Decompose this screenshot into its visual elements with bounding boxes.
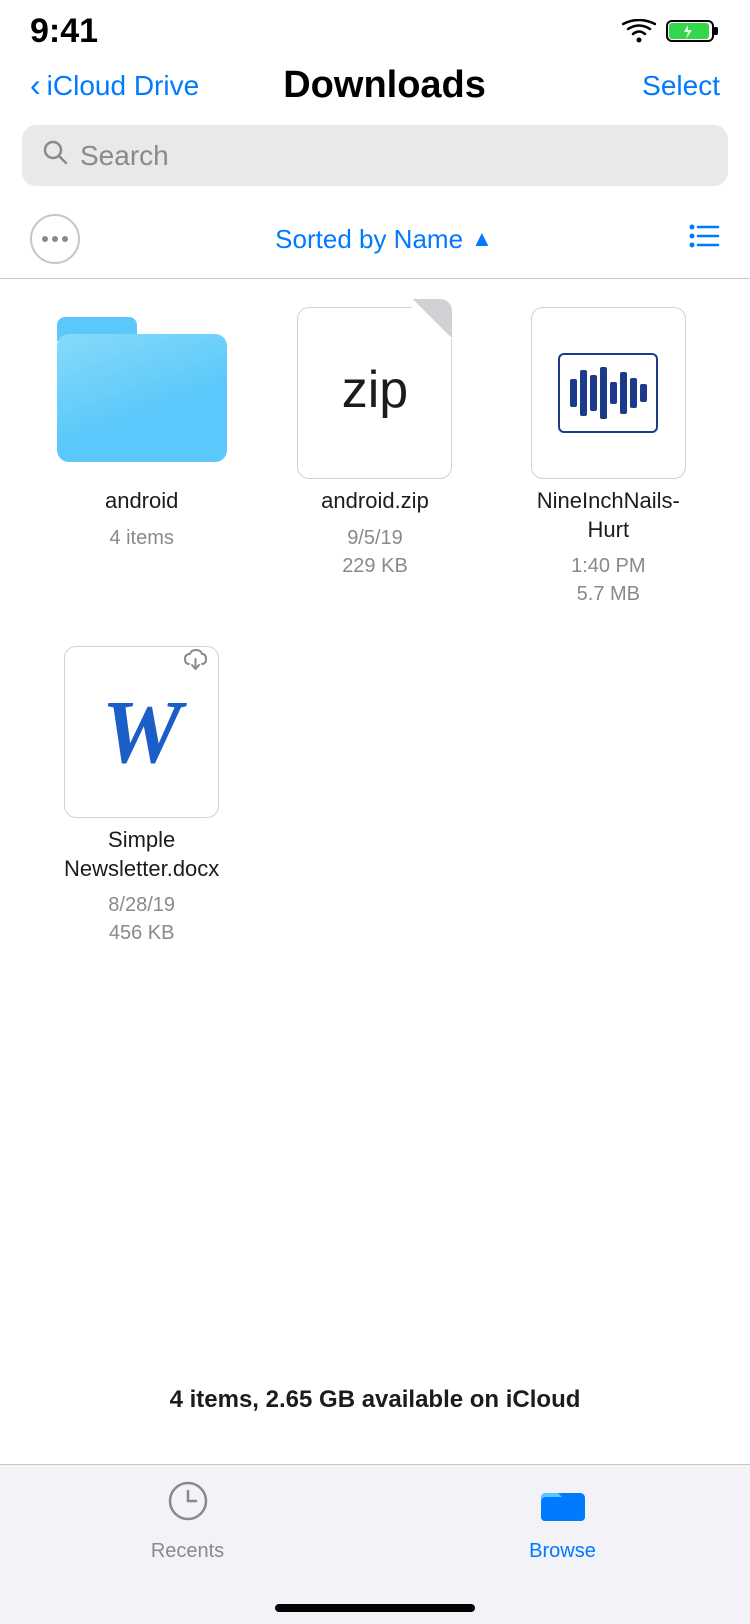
back-label[interactable]: iCloud Drive xyxy=(47,70,200,102)
zip-icon-container: zip xyxy=(285,299,465,479)
audio-file-icon xyxy=(531,299,686,479)
more-options-button[interactable] xyxy=(30,214,80,264)
sort-label[interactable]: Sorted by Name ▲ xyxy=(275,224,493,255)
search-placeholder: Search xyxy=(80,140,169,172)
file-meta: 1:40 PM 5.7 MB xyxy=(571,552,645,608)
file-meta: 8/28/19 456 KB xyxy=(108,891,175,947)
home-indicator xyxy=(275,1604,475,1612)
list-view-button[interactable] xyxy=(688,222,720,257)
status-time: 9:41 xyxy=(30,12,98,51)
status-bar: 9:41 xyxy=(0,0,750,54)
recents-tab-label: Recents xyxy=(151,1540,224,1563)
file-item-android-folder[interactable]: android 4 items xyxy=(30,299,253,608)
navigation-header: ‹ iCloud Drive Downloads Select xyxy=(0,54,750,125)
recents-icon xyxy=(166,1479,210,1534)
cloud-download-icon xyxy=(183,646,211,679)
word-icon-container: W xyxy=(52,638,232,818)
file-name: NineInchNails-Hurt xyxy=(537,487,680,544)
browse-icon xyxy=(539,1479,587,1534)
browse-tab-label: Browse xyxy=(529,1540,596,1563)
sort-bar: Sorted by Name ▲ xyxy=(0,204,750,279)
tab-recents[interactable]: Recents xyxy=(0,1479,375,1563)
search-container: Search xyxy=(0,125,750,204)
search-icon xyxy=(42,139,68,172)
file-item-nineinch[interactable]: NineInchNails-Hurt 1:40 PM 5.7 MB xyxy=(497,299,720,608)
tab-browse[interactable]: Browse xyxy=(375,1479,750,1563)
folder-icon xyxy=(57,317,227,462)
status-icons xyxy=(622,17,720,45)
file-item-android-zip[interactable]: zip android.zip 9/5/19 229 KB xyxy=(263,299,486,608)
wifi-icon xyxy=(622,19,656,43)
file-name: android xyxy=(105,487,178,516)
waveform-box xyxy=(558,353,658,433)
page-title: Downloads xyxy=(199,64,570,107)
file-grid: android 4 items zip android.zip 9/5/19 2… xyxy=(0,279,750,967)
battery-icon xyxy=(666,17,720,45)
file-meta: 4 items xyxy=(109,524,173,552)
select-button[interactable]: Select xyxy=(570,70,720,102)
storage-info: 4 items, 2.65 GB available on iCloud xyxy=(0,1346,750,1444)
file-name: Simple Newsletter.docx xyxy=(52,826,232,883)
search-bar[interactable]: Search xyxy=(22,125,728,186)
audio-icon-container xyxy=(518,299,698,479)
back-chevron-icon: ‹ xyxy=(30,67,41,104)
back-button[interactable]: ‹ iCloud Drive xyxy=(30,67,199,104)
tab-bar: Recents Browse xyxy=(0,1464,750,1624)
sort-arrow-icon: ▲ xyxy=(471,226,493,252)
folder-icon-container xyxy=(52,299,232,479)
word-file-icon: W xyxy=(64,638,219,818)
file-name: android.zip xyxy=(321,487,429,516)
zip-file-icon: zip xyxy=(297,299,452,479)
file-meta: 9/5/19 229 KB xyxy=(342,524,408,580)
file-item-newsletter[interactable]: W Simple Newsletter.docx 8/28/19 456 KB xyxy=(30,638,253,947)
